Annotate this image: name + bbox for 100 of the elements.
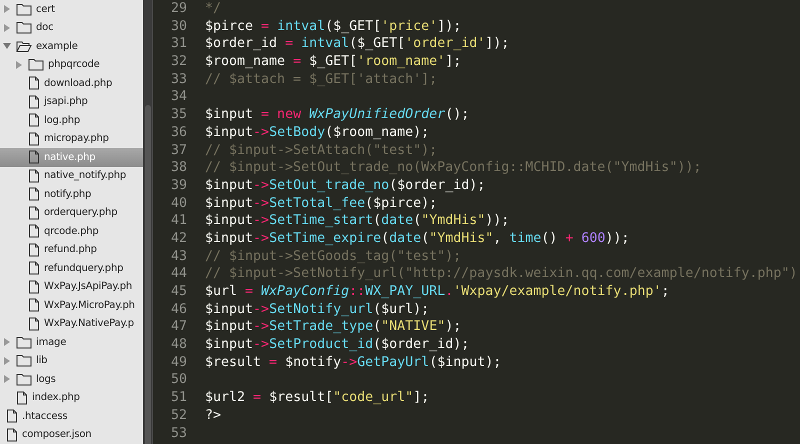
code-line: // $input->SetGoods_tag("test"); xyxy=(205,248,462,266)
code-line: $input = new WxPayUnifiedOrder(); xyxy=(205,106,470,124)
line-number: 46 xyxy=(170,300,187,318)
code-line: $input->SetTotal_fee($pirce); xyxy=(205,194,438,212)
code-line: $room_name = $_GET['room_name']; xyxy=(205,53,462,71)
line-number: 45 xyxy=(170,283,187,301)
line-number: 41 xyxy=(170,212,187,230)
code-line: $url = WxPayConfig::WX_PAY_URL.'Wxpay/example/notify.php'; xyxy=(205,283,670,301)
file-icon xyxy=(16,390,28,405)
folder-item[interactable]: example xyxy=(0,37,143,56)
code-line: $order_id = intval($_GET['order_id']); xyxy=(205,35,510,54)
line-number: 40 xyxy=(170,194,187,212)
file-item[interactable]: notify.php xyxy=(0,185,143,204)
line-number: 50 xyxy=(170,371,187,390)
folder-icon xyxy=(16,21,32,34)
line-number: 32 xyxy=(170,53,187,71)
file-icon xyxy=(28,113,40,128)
code-line: // $input->SetNotify_url("http://paysdk.weixin.qq.com/example/notify.php") xyxy=(205,265,798,283)
line-number: 37 xyxy=(170,142,187,160)
file-icon xyxy=(28,150,40,164)
folder-icon xyxy=(16,2,32,16)
folder-icon xyxy=(16,336,32,349)
line-number: 33 xyxy=(170,70,187,88)
code-line: $result = $notify->GetPayUrl($input); xyxy=(205,354,502,372)
expand-arrow-icon[interactable] xyxy=(4,24,10,32)
line-number: 53 xyxy=(170,424,187,442)
line-number: 42 xyxy=(170,230,187,248)
file-item[interactable]: qrcode.php xyxy=(0,222,143,240)
file-icon xyxy=(28,224,40,238)
file-icon xyxy=(6,409,18,424)
code-line: $input->SetBody($room_name); xyxy=(205,124,430,142)
code-line: $url2 = $result["code_url"]; xyxy=(205,389,430,407)
file-item[interactable]: native_notify.php xyxy=(0,166,143,185)
line-number: 39 xyxy=(170,176,187,195)
line-number: 44 xyxy=(170,265,187,283)
scrollbar-thumb[interactable] xyxy=(144,105,150,444)
line-number: 47 xyxy=(170,318,187,336)
line-number: 48 xyxy=(170,336,187,354)
line-number: 51 xyxy=(170,389,187,407)
code-line: // $input->SetOut_trade_no(WxPayConfig::MCHID.date("YmdHis")); xyxy=(205,159,702,177)
folder-icon xyxy=(28,58,44,72)
folder-item[interactable]: cert xyxy=(0,0,143,18)
file-item[interactable]: index.php xyxy=(0,388,143,407)
file-item[interactable]: log.php xyxy=(0,111,143,130)
file-item[interactable]: micropay.php xyxy=(0,130,143,148)
line-number: 49 xyxy=(170,354,187,372)
file-item[interactable]: download.php xyxy=(0,74,143,92)
line-number: 34 xyxy=(170,88,187,106)
line-number: 38 xyxy=(170,159,187,177)
file-item[interactable]: refund.php xyxy=(0,240,143,259)
file-icon xyxy=(28,298,40,312)
folder-item[interactable]: lib xyxy=(0,352,143,370)
line-number: 30 xyxy=(170,18,187,36)
code-line: // $input->SetAttach("test"); xyxy=(205,142,438,160)
line-number: 35 xyxy=(170,106,187,124)
file-icon xyxy=(28,187,40,202)
folder-item[interactable]: doc xyxy=(0,18,143,37)
file-item[interactable]: orderquery.php xyxy=(0,204,143,222)
expand-arrow-icon[interactable] xyxy=(4,338,10,346)
open-folder-icon xyxy=(16,40,32,53)
folder-item[interactable]: phpqrcode xyxy=(0,56,143,74)
file-icon xyxy=(28,261,40,276)
code-line: $input->SetProduct_id($order_id); xyxy=(205,336,470,354)
expand-arrow-icon[interactable] xyxy=(16,60,22,69)
line-number: 52 xyxy=(170,406,187,424)
code-line: $input->SetNotify_url($url); xyxy=(205,300,430,318)
file-item[interactable]: WxPay.JsApiPay.ph xyxy=(0,278,143,296)
expand-arrow-icon[interactable] xyxy=(4,5,10,14)
file-icon xyxy=(28,316,40,331)
code-line: // $attach = $_GET['attach']; xyxy=(205,70,438,88)
file-icon xyxy=(28,206,40,220)
code-line: $input->SetTime_start(date("YmdHis")); xyxy=(205,212,510,230)
code-line: $input->SetTime_expire(date("YmdHis", time() + 600)); xyxy=(205,230,630,248)
file-icon xyxy=(28,132,40,146)
folder-icon xyxy=(16,354,32,368)
file-item[interactable]: composer.json xyxy=(0,426,143,444)
line-number: 31 xyxy=(170,35,187,54)
collapse-arrow-icon[interactable] xyxy=(3,43,11,50)
file-item[interactable]: WxPay.MicroPay.ph xyxy=(0,296,143,314)
file-icon xyxy=(28,76,40,90)
code-line: ?> xyxy=(205,406,222,424)
file-icon xyxy=(28,280,40,294)
folder-item[interactable]: image xyxy=(0,333,143,352)
code-line: $input->SetOut_trade_no($order_id); xyxy=(205,176,486,195)
file-item[interactable]: WxPay.NativePay.p xyxy=(0,314,143,333)
code-line: $pirce = intval($_GET['price']); xyxy=(205,18,462,36)
file-icon xyxy=(28,242,40,257)
file-item[interactable]: jsapi.php xyxy=(0,92,143,111)
file-icon xyxy=(28,94,40,109)
folder-item[interactable]: logs xyxy=(0,370,143,388)
file-icon xyxy=(28,168,40,183)
line-number: 29 xyxy=(170,0,187,18)
code-line: $input->SetTrade_type("NATIVE"); xyxy=(205,318,462,336)
line-number: 43 xyxy=(170,248,187,266)
file-icon xyxy=(6,428,18,442)
file-item[interactable]: .htaccess xyxy=(0,407,143,426)
expand-arrow-icon[interactable] xyxy=(4,356,10,365)
file-item[interactable]: refundquery.php xyxy=(0,259,143,278)
line-number: 36 xyxy=(170,124,187,142)
expand-arrow-icon[interactable] xyxy=(4,375,10,384)
